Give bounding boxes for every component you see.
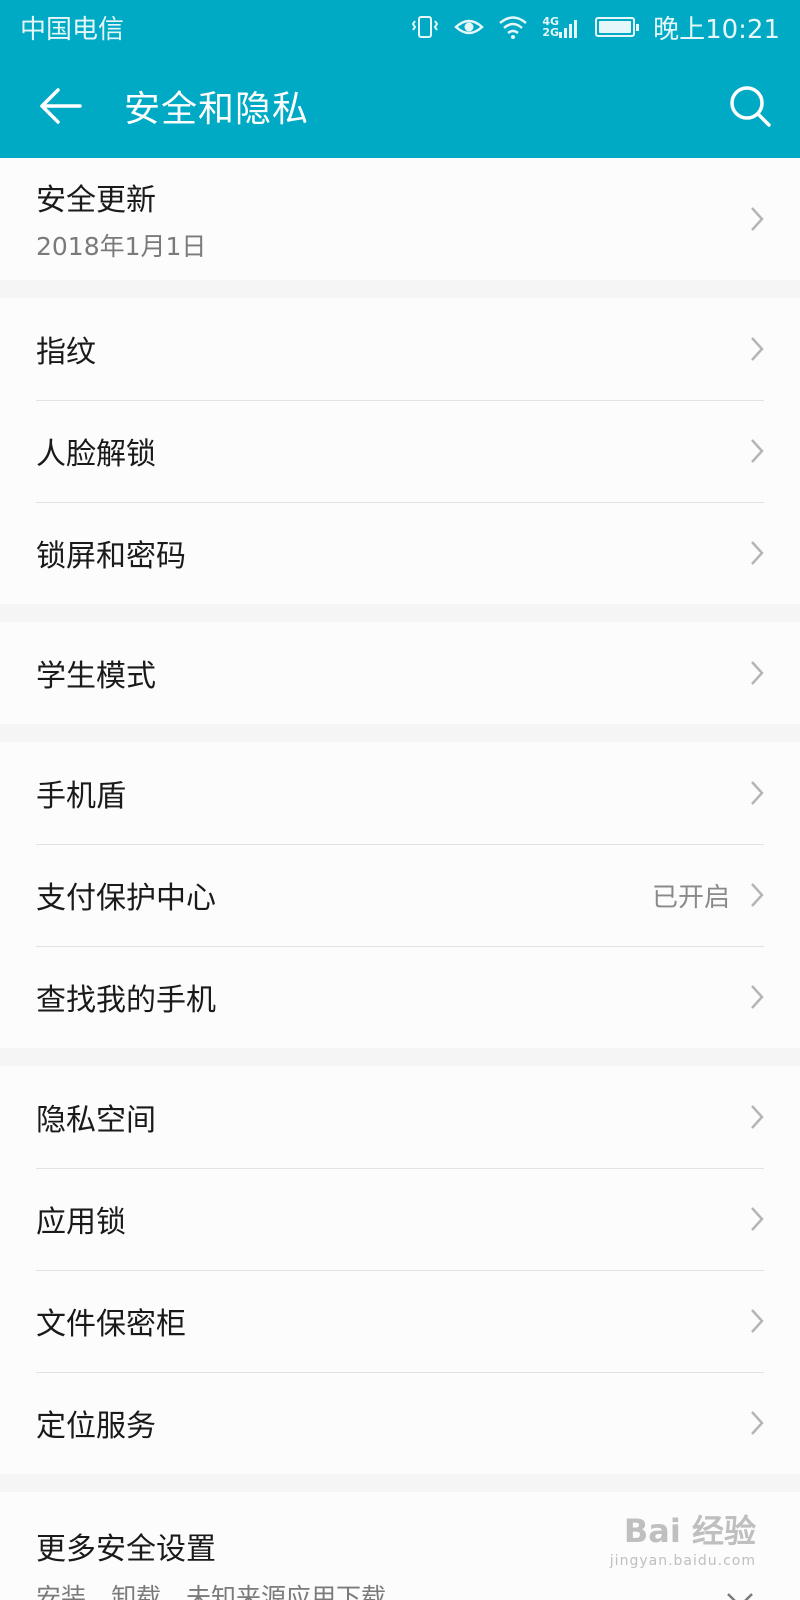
settings-item-lockscreen-password[interactable]: 锁屏和密码: [0, 502, 800, 604]
settings-group-unlock: 指纹 人脸解锁 锁屏和密码: [0, 298, 800, 604]
settings-item-app-lock[interactable]: 应用锁: [0, 1168, 800, 1270]
network-type-label: 4G 2G: [542, 15, 560, 39]
arrow-left-icon: [40, 88, 82, 124]
settings-item-student-mode[interactable]: 学生模式: [0, 622, 800, 724]
item-label: 查找我的手机: [36, 983, 216, 1018]
battery-icon: [595, 17, 640, 37]
item-label: 学生模式: [36, 659, 156, 694]
item-label: 人脸解锁: [36, 437, 156, 472]
settings-group-student: 学生模式: [0, 622, 800, 724]
settings-item-find-my-phone[interactable]: 查找我的手机: [0, 946, 800, 1048]
vibrate-icon: [410, 14, 440, 40]
battery-fill: [599, 21, 632, 33]
chevron-right-icon: [744, 1102, 764, 1132]
item-label: 应用锁: [36, 1205, 126, 1240]
clock-label: 晚上10:21: [653, 14, 780, 45]
chevron-right-icon: [744, 334, 764, 364]
settings-item-security-update[interactable]: 安全更新 2018年1月1日: [0, 158, 800, 280]
chevron-right-icon: [744, 538, 764, 568]
search-button[interactable]: [700, 54, 800, 158]
item-label: 指纹: [36, 335, 96, 370]
app-bar: 安全和隐私: [0, 54, 800, 158]
settings-list: 安全更新 2018年1月1日 指纹 人脸解锁 锁屏和密码 学生模式 手机盾 支付…: [0, 158, 800, 1600]
chevron-right-icon: [744, 658, 764, 688]
chevron-right-icon: [744, 880, 764, 910]
item-label: 手机盾: [36, 779, 126, 814]
settings-item-face-unlock[interactable]: 人脸解锁: [0, 400, 800, 502]
settings-item-location-services[interactable]: 定位服务: [0, 1372, 800, 1474]
chevron-right-icon: [744, 204, 764, 234]
item-label: 锁屏和密码: [36, 539, 186, 574]
settings-item-payment-protection[interactable]: 支付保护中心 已开启: [0, 844, 800, 946]
chevron-right-icon: [744, 1204, 764, 1234]
status-bar: 中国电信 4G 2G 晚上10:21: [0, 0, 800, 54]
item-label: 安全更新: [36, 183, 156, 218]
item-subtitle: 安装、卸载、未知来源应用下载: [36, 1583, 387, 1600]
wifi-icon: [498, 14, 528, 40]
status-value: 已开启: [651, 882, 730, 913]
carrier-label: 中国电信: [20, 14, 125, 45]
item-subtitle: 2018年1月1日: [36, 232, 207, 261]
item-label: 文件保密柜: [36, 1307, 186, 1342]
signal-icon: 4G 2G: [542, 15, 581, 39]
chevron-right-icon: [744, 436, 764, 466]
chevron-right-icon: [744, 982, 764, 1012]
settings-group-privacy: 隐私空间 应用锁 文件保密柜 定位服务: [0, 1066, 800, 1474]
chevron-right-icon: [744, 778, 764, 808]
watermark-logo: Bai 经验 jingyan.baidu.com: [609, 1512, 756, 1569]
chevron-right-icon: [744, 1306, 764, 1336]
chevron-right-icon: [744, 1408, 764, 1438]
eye-comfort-icon: [454, 14, 485, 40]
settings-group-protection: 手机盾 支付保护中心 已开启 查找我的手机: [0, 742, 800, 1048]
search-icon: [730, 86, 771, 127]
settings-item-phone-shield[interactable]: 手机盾: [0, 742, 800, 844]
settings-group-update: 安全更新 2018年1月1日: [0, 158, 800, 280]
item-label: 隐私空间: [36, 1103, 156, 1138]
back-button[interactable]: [0, 54, 124, 158]
chevron-down-icon: [726, 1592, 754, 1600]
page-title: 安全和隐私: [124, 89, 310, 130]
settings-item-file-safe[interactable]: 文件保密柜: [0, 1270, 800, 1372]
item-label: 支付保护中心: [36, 881, 216, 916]
status-icons: 4G 2G 晚上10:21: [410, 9, 780, 46]
item-label: 定位服务: [36, 1409, 156, 1444]
settings-item-fingerprint[interactable]: 指纹: [0, 298, 800, 400]
settings-item-private-space[interactable]: 隐私空间: [0, 1066, 800, 1168]
